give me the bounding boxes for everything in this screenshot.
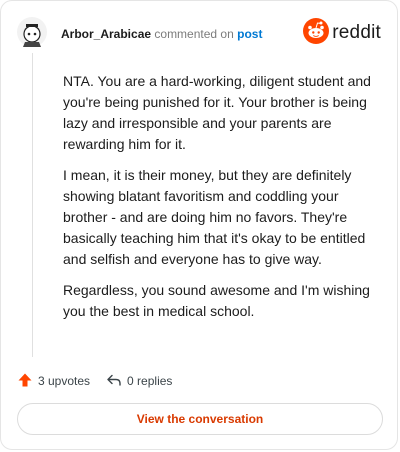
- comment-actions: 3 upvotes 0 replies: [17, 371, 188, 391]
- upvote-count: 3 upvotes: [38, 374, 91, 388]
- author-username[interactable]: Arbor_Arabicae: [61, 27, 151, 41]
- reply-count: 0 replies: [127, 374, 173, 388]
- comment-paragraph: Regardless, you sound awesome and I'm wi…: [63, 282, 370, 319]
- upvote-arrow-icon: [17, 372, 33, 391]
- reddit-wordmark: reddit: [332, 22, 381, 43]
- post-link[interactable]: post: [237, 27, 262, 41]
- upvote-button[interactable]: 3 upvotes: [17, 372, 90, 391]
- reddit-logo[interactable]: reddit: [303, 17, 381, 49]
- comment-paragraph: NTA. You are a hard-working, diligent st…: [63, 73, 371, 152]
- commented-on-text: commented on: [154, 27, 234, 41]
- view-conversation-button[interactable]: View the conversation: [17, 403, 383, 435]
- user-avatar[interactable]: [17, 17, 47, 47]
- comment-paragraph: I mean, it is their money, but they are …: [63, 167, 366, 267]
- comment-body: NTA. You are a hard-working, diligent st…: [63, 71, 381, 332]
- embedded-comment-card: Arbor_Arabicae commented on post reddit …: [0, 0, 398, 450]
- reply-arrow-icon: [106, 372, 122, 391]
- thread-line: [32, 53, 33, 357]
- reddit-logo-icon: [303, 17, 330, 49]
- view-conversation-label: View the conversation: [136, 412, 264, 426]
- comment-header: Arbor_Arabicae commented on post: [61, 27, 262, 41]
- reply-button[interactable]: 0 replies: [106, 372, 172, 391]
